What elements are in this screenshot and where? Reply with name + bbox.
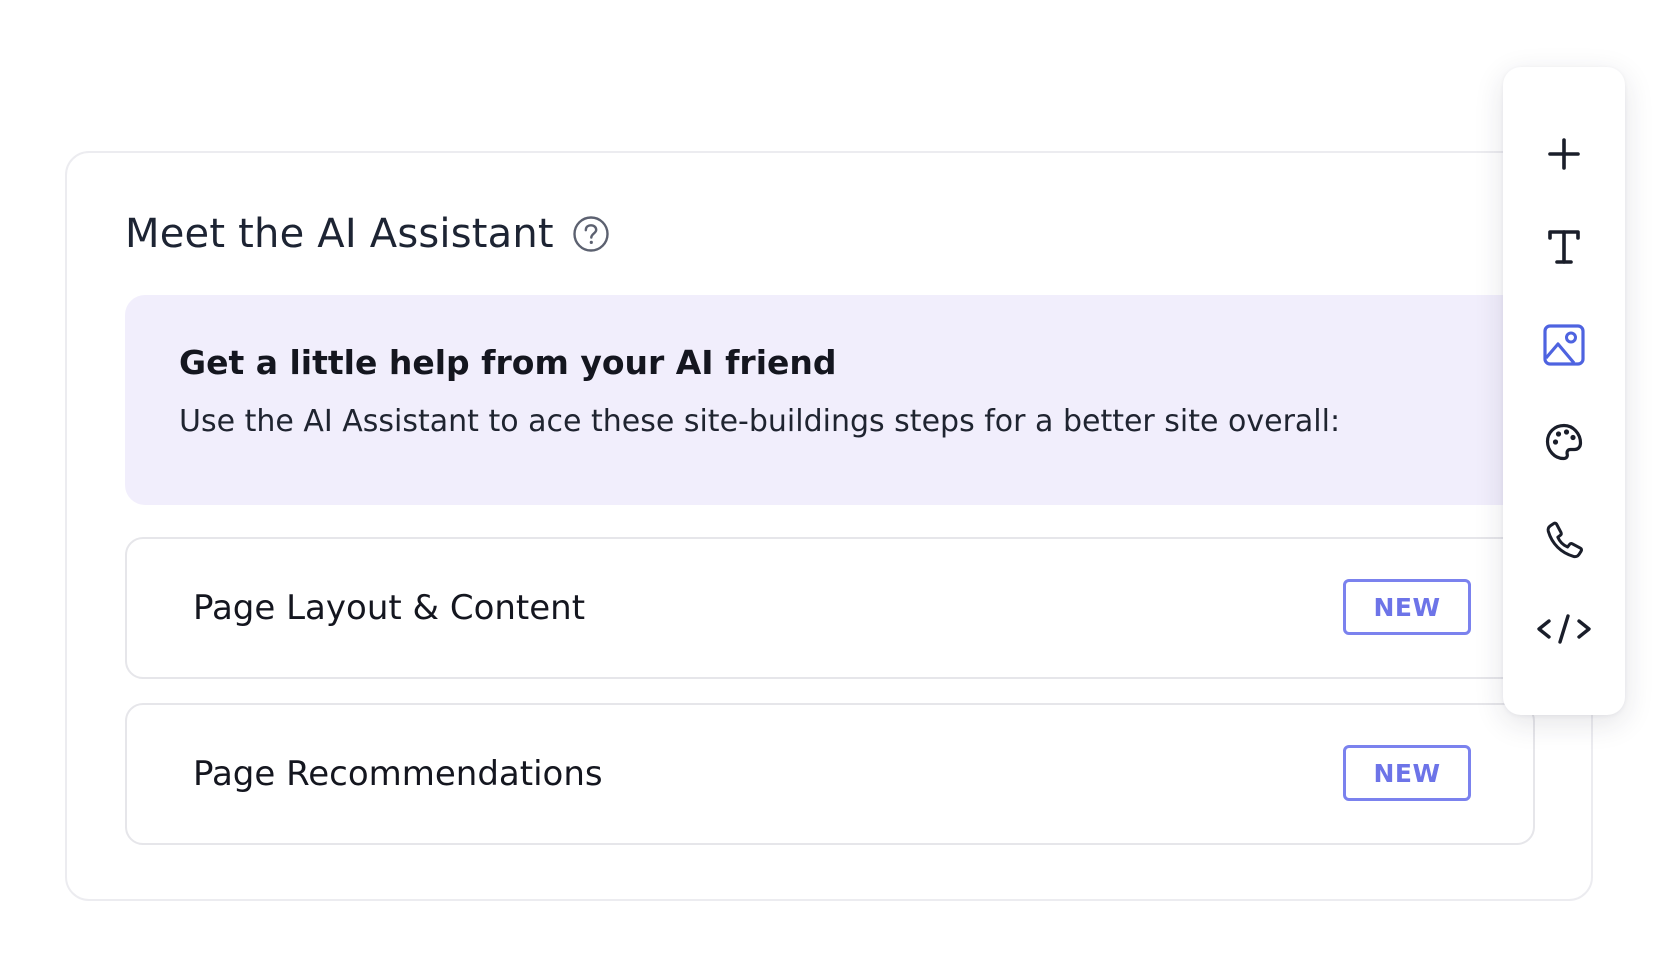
- contact-tool-button[interactable]: [1534, 510, 1594, 570]
- card-header: Meet the AI Assistant: [125, 211, 610, 257]
- feature-item-page-recommendations[interactable]: Page Recommendations NEW: [125, 703, 1535, 845]
- new-badge: NEW: [1343, 745, 1471, 801]
- new-badge: NEW: [1343, 579, 1471, 635]
- ai-assistant-card: Meet the AI Assistant Get a little help …: [65, 151, 1593, 901]
- card-title: Meet the AI Assistant: [125, 211, 554, 257]
- embed-code-button[interactable]: [1534, 599, 1594, 659]
- text-icon: [1546, 227, 1582, 267]
- phone-icon: [1544, 520, 1584, 560]
- feature-label: Page Layout & Content: [193, 588, 586, 628]
- editor-toolbar: [1503, 67, 1625, 715]
- question-circle-icon[interactable]: [572, 215, 610, 253]
- theme-tool-button[interactable]: [1534, 412, 1594, 472]
- code-icon: [1535, 612, 1593, 646]
- feature-item-page-layout[interactable]: Page Layout & Content NEW: [125, 537, 1535, 679]
- image-tool-button[interactable]: [1534, 315, 1594, 375]
- intro-panel: Get a little help from your AI friend Us…: [125, 295, 1535, 505]
- intro-text: Use the AI Assistant to ace these site-b…: [179, 404, 1341, 439]
- text-tool-button[interactable]: [1534, 217, 1594, 277]
- add-element-button[interactable]: [1534, 124, 1594, 184]
- intro-heading: Get a little help from your AI friend: [179, 343, 837, 382]
- feature-label: Page Recommendations: [193, 754, 603, 794]
- image-icon: [1542, 323, 1586, 367]
- palette-icon: [1544, 422, 1584, 462]
- plus-icon: [1546, 136, 1582, 172]
- page: Meet the AI Assistant Get a little help …: [0, 0, 1680, 966]
